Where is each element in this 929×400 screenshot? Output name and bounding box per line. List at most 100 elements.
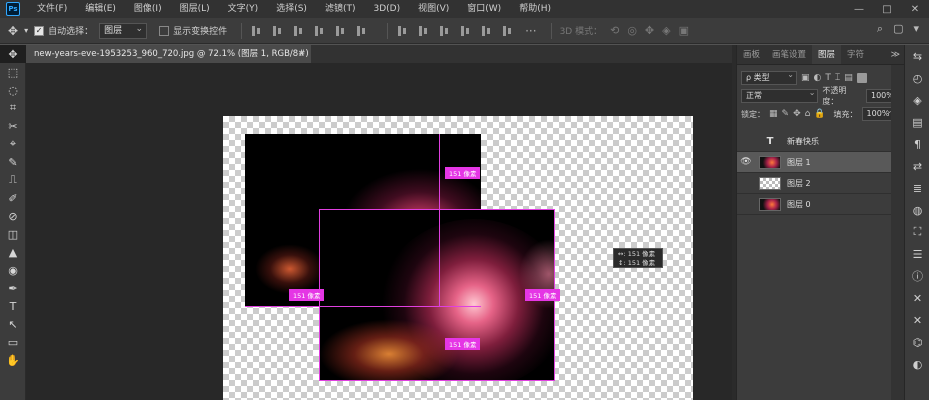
paragraph-icon[interactable]: ¶	[905, 133, 929, 155]
menu-layer[interactable]: 图层(L)	[171, 0, 219, 18]
menu-view[interactable]: 视图(V)	[409, 0, 458, 18]
lock-position-icon[interactable]: ✥	[793, 109, 801, 119]
close-panel-icon[interactable]: ✕	[905, 309, 929, 331]
tab-artboard[interactable]: 画板	[737, 45, 766, 64]
align-top-icon[interactable]	[250, 25, 262, 37]
adjustments-icon[interactable]: ◐	[905, 353, 929, 375]
3d-drag-icon[interactable]: ✥	[645, 24, 654, 37]
lock-all-icon[interactable]: 🔒	[814, 109, 825, 119]
layer-name[interactable]: 图层 1	[787, 157, 811, 168]
align-bottom-icon[interactable]	[292, 25, 304, 37]
character-icon[interactable]: ▤	[905, 111, 929, 133]
color-icon[interactable]: ◍	[905, 199, 929, 221]
auto-select-dropdown[interactable]: 图层	[99, 22, 148, 39]
list-icon[interactable]: ≣	[905, 177, 929, 199]
menu-select[interactable]: 选择(S)	[267, 0, 316, 18]
menu-type[interactable]: 文字(Y)	[219, 0, 268, 18]
menu-file[interactable]: 文件(F)	[28, 0, 76, 18]
distribute-top-icon[interactable]	[396, 25, 408, 37]
3d-slide-icon[interactable]: ◈	[662, 24, 670, 37]
3d-scale-icon[interactable]: ▣	[679, 24, 689, 37]
layer-row[interactable]: T 新春快乐	[737, 131, 891, 152]
minimize-icon[interactable]: —	[845, 0, 873, 18]
blend-mode-dropdown[interactable]: 正常	[741, 87, 819, 103]
3d-icon[interactable]: ⌬	[905, 331, 929, 353]
tab-character[interactable]: 字符	[841, 45, 870, 64]
align-center-icon[interactable]	[334, 25, 346, 37]
distribute-middle-icon[interactable]	[417, 25, 429, 37]
menu-3d[interactable]: 3D(D)	[364, 0, 409, 18]
lock-image-icon[interactable]: ✎	[782, 109, 790, 119]
distribute-center-icon[interactable]	[480, 25, 492, 37]
type-filter-icon[interactable]: T	[825, 73, 831, 83]
workspace-icon[interactable]: ▢	[893, 22, 903, 36]
layer-row[interactable]: 图层 2	[737, 173, 891, 194]
more-options-icon[interactable]: ···	[525, 24, 536, 38]
layer-name[interactable]: 图层 0	[787, 199, 811, 210]
search-icon[interactable]: ⌕	[877, 22, 883, 36]
info-icon[interactable]: ⓘ	[905, 265, 929, 287]
type-tool-icon[interactable]: T	[0, 297, 26, 315]
rectangle-tool-icon[interactable]: ▭	[0, 333, 26, 351]
pixel-filter-icon[interactable]: ▣	[801, 73, 810, 83]
tab-brush-settings[interactable]: 画笔设置	[766, 45, 812, 64]
properties-icon[interactable]: ⇆	[905, 45, 929, 67]
blur-tool-icon[interactable]: ▲	[0, 243, 26, 261]
panel-scrollbar[interactable]	[891, 65, 905, 400]
layer-name[interactable]: 新春快乐	[787, 136, 819, 147]
marquee-tool-icon[interactable]: ⬚	[0, 63, 26, 81]
pen-tool-icon[interactable]: ✒	[0, 279, 26, 297]
history-brush-tool-icon[interactable]: ✐	[0, 189, 26, 207]
tab-layers[interactable]: 图层	[812, 45, 842, 64]
dodge-tool-icon[interactable]: ◉	[0, 261, 26, 279]
menu-window[interactable]: 窗口(W)	[458, 0, 510, 18]
eyedropper-tool-icon[interactable]: ✂	[0, 117, 26, 135]
menu-icon[interactable]: ☰	[905, 243, 929, 265]
menu-image[interactable]: 图像(I)	[125, 0, 171, 18]
lock-artboard-icon[interactable]: ⌂	[805, 109, 811, 119]
chevron-down-icon[interactable]: ▾	[24, 26, 28, 35]
layer-row[interactable]: 👁 图层 1	[737, 152, 891, 173]
crop-icon[interactable]: ⛶	[905, 221, 929, 243]
document-tab[interactable]: new-years-eve-1953253_960_720.jpg @ 72.1…	[26, 45, 311, 63]
smart-object-filter-icon[interactable]: ▤	[844, 73, 853, 83]
canvas-area[interactable]: 151 像素 151 像素 151 像素 151 像素 ↔: 151 像素 ↕:…	[26, 63, 732, 400]
filter-toggle-icon[interactable]	[856, 73, 867, 83]
move-tool-icon[interactable]: ✥	[0, 45, 26, 63]
layers-stack-icon[interactable]: ◈	[905, 89, 929, 111]
lock-transparent-icon[interactable]: ▦	[769, 109, 778, 119]
align-left-icon[interactable]	[313, 25, 325, 37]
panel-collapse-icon[interactable]: ≫	[891, 45, 900, 65]
maximize-icon[interactable]: □	[873, 0, 901, 18]
history-icon[interactable]: ◴	[905, 67, 929, 89]
kind-filter-dropdown[interactable]: ρ 类型	[741, 69, 797, 85]
hand-tool-icon[interactable]: ✋	[0, 351, 26, 369]
shape-filter-icon[interactable]: ⌶	[835, 73, 840, 83]
close-icon[interactable]: ✕	[901, 0, 929, 18]
brush-tool-icon[interactable]: ✎	[0, 153, 26, 171]
stamp-tool-icon[interactable]: ⎍	[0, 171, 26, 189]
lasso-tool-icon[interactable]: ◌	[0, 81, 26, 99]
menu-filter[interactable]: 滤镜(T)	[316, 0, 365, 18]
eye-icon[interactable]: 👁	[737, 157, 755, 167]
distribute-left-icon[interactable]	[459, 25, 471, 37]
distribute-right-icon[interactable]	[501, 25, 513, 37]
align-right-icon[interactable]	[355, 25, 367, 37]
layer-row[interactable]: 图层 0	[737, 194, 891, 215]
show-transform-checkbox[interactable]	[159, 25, 170, 36]
tools-icon[interactable]: ✕	[905, 287, 929, 309]
layer-name[interactable]: 图层 2	[787, 178, 811, 189]
chevron-down-icon[interactable]: ▾	[913, 22, 919, 36]
distribute-bottom-icon[interactable]	[438, 25, 450, 37]
3d-roll-icon[interactable]: ◎	[627, 24, 637, 37]
adjustment-filter-icon[interactable]: ◐	[814, 73, 822, 83]
crop-tool-icon[interactable]: ⌗	[0, 99, 26, 117]
auto-select-checkbox[interactable]	[34, 25, 45, 36]
menu-help[interactable]: 帮助(H)	[510, 0, 560, 18]
path-selection-tool-icon[interactable]: ↖	[0, 315, 26, 333]
3d-rotate-icon[interactable]: ⟲	[610, 24, 619, 37]
swap-icon[interactable]: ⇄	[905, 155, 929, 177]
align-middle-icon[interactable]	[271, 25, 283, 37]
gradient-tool-icon[interactable]: ◫	[0, 225, 26, 243]
eraser-tool-icon[interactable]: ⊘	[0, 207, 26, 225]
